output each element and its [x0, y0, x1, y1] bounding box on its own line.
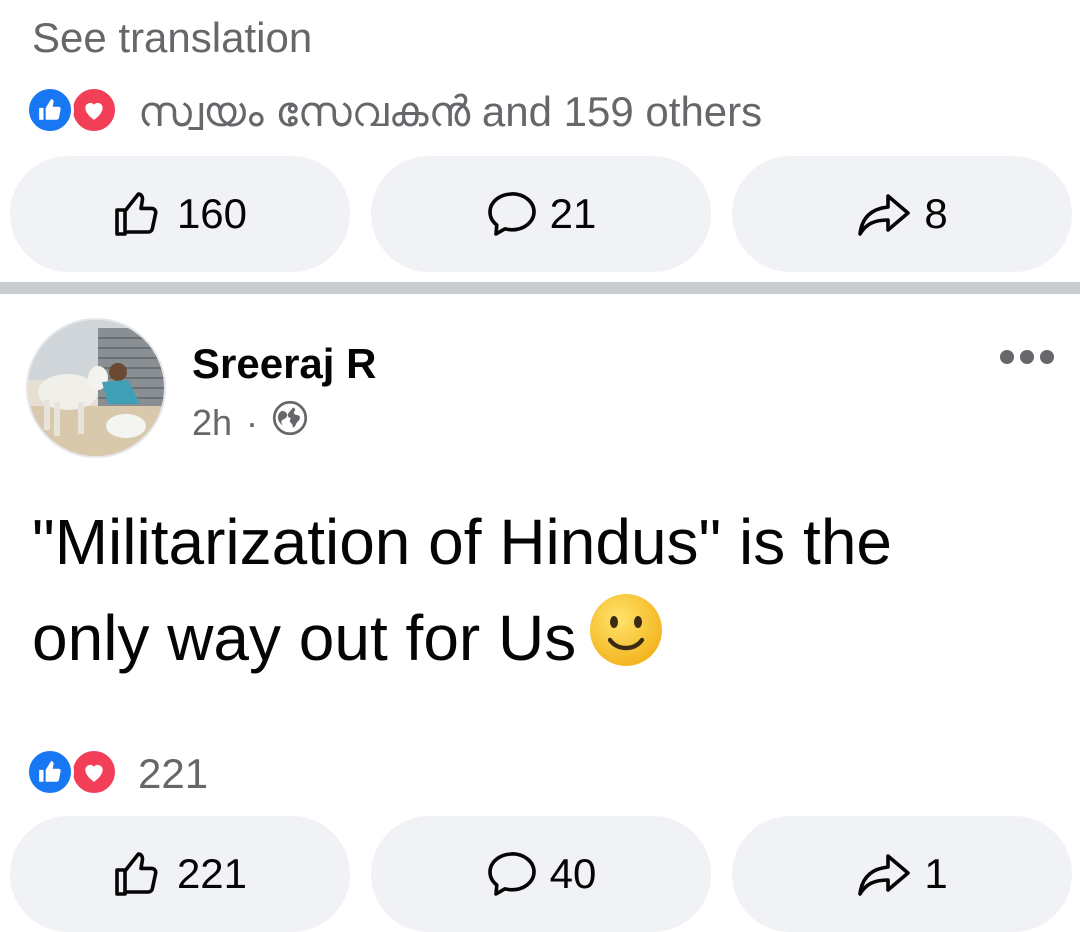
smiling-face-emoji-icon [586, 590, 666, 696]
reaction-summary[interactable]: സ്വയം സേവകൻ and 159 others [26, 86, 762, 138]
reaction-count: 221 [138, 750, 209, 797]
comment-button[interactable]: 40 [371, 816, 711, 932]
like-count: 160 [176, 190, 248, 237]
comment-icon [486, 850, 538, 898]
reaction-icons [26, 748, 126, 800]
like-button[interactable]: 160 [10, 156, 350, 272]
thumbs-up-icon [113, 850, 165, 898]
share-button[interactable]: 8 [732, 156, 1072, 272]
love-reaction-icon [70, 86, 118, 134]
meta-separator: · [246, 401, 259, 443]
like-reaction-icon [26, 748, 74, 796]
see-translation-link[interactable]: See translation [32, 14, 312, 62]
comment-count: 40 [549, 850, 597, 897]
share-button[interactable]: 1 [732, 816, 1072, 932]
post-text-line: "Militarization of Hindus" is the [32, 506, 892, 578]
thumbs-up-icon [113, 190, 165, 238]
post-divider [0, 282, 1080, 294]
post-reaction-summary[interactable]: 221 [26, 748, 208, 800]
avatar[interactable] [26, 318, 166, 458]
like-button[interactable]: 221 [10, 816, 350, 932]
globe-icon [272, 400, 308, 445]
share-icon [856, 850, 912, 898]
post-meta: 2h · [192, 400, 308, 445]
post-text: "Militarization of Hindus" is the only w… [32, 494, 1052, 696]
action-bar: 160 21 8 [10, 156, 1072, 272]
dot [1040, 350, 1054, 364]
more-options-button[interactable] [1000, 350, 1054, 364]
share-icon [856, 190, 912, 238]
post-author-name[interactable]: Sreeraj R [192, 340, 376, 388]
like-count: 221 [176, 850, 248, 897]
comment-button[interactable]: 21 [371, 156, 711, 272]
share-count: 1 [924, 850, 948, 897]
post-text-line: only way out for Us [32, 590, 1052, 696]
dot [1020, 350, 1034, 364]
dot [1000, 350, 1014, 364]
love-reaction-icon [70, 748, 118, 796]
post-action-bar: 221 40 1 [10, 816, 1072, 932]
post-timestamp[interactable]: 2h [192, 402, 232, 444]
reaction-summary-text: സ്വയം സേവകൻ and 159 others [138, 87, 763, 135]
like-reaction-icon [26, 86, 74, 134]
comment-count: 21 [549, 190, 597, 237]
reaction-icons [26, 86, 126, 138]
share-count: 8 [924, 190, 948, 237]
comment-icon [486, 190, 538, 238]
